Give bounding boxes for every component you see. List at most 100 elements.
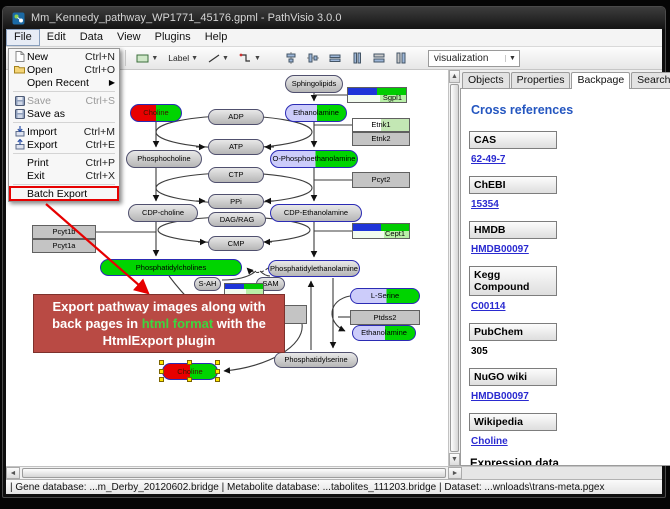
xref-section-header: PubChem [469, 323, 557, 341]
file-menu-open-recent[interactable]: Open Recent▶ [10, 76, 118, 89]
xref-section-header: Wikipedia [469, 413, 557, 431]
menu-item-label: Exit [27, 170, 80, 182]
selection-handle[interactable] [159, 369, 164, 374]
distribute-vertical-button[interactable] [348, 49, 366, 67]
node-o-phosphoethanolamine[interactable]: O-Phosphoethanolamine [270, 150, 358, 168]
node-adp[interactable]: ADP [208, 109, 264, 125]
selection-handle[interactable] [215, 377, 220, 382]
menu-data[interactable]: Data [73, 29, 110, 46]
xref-link[interactable]: C00114 [471, 301, 670, 312]
selection-handle[interactable] [159, 360, 164, 365]
scroll-right-icon[interactable]: ► [448, 467, 462, 479]
pathvisio-icon [12, 12, 25, 25]
node-ethanolamine[interactable]: Ethanolamine [352, 325, 416, 341]
file-menu-import[interactable]: ImportCtrl+M [10, 125, 118, 138]
node-cdp-ethanolamine[interactable]: CDP-Ethanolamine [270, 204, 362, 222]
node-label: Etnk1 [371, 121, 390, 129]
node-pcyt2[interactable]: Pcyt2 [352, 172, 410, 188]
selection-handle[interactable] [159, 377, 164, 382]
scrollbar-thumb[interactable] [450, 84, 459, 452]
xref-link[interactable]: HMDB00097 [471, 391, 670, 402]
xref-link[interactable]: 62-49-7 [471, 154, 670, 165]
file-menu-export[interactable]: ExportCtrl+E [10, 138, 118, 151]
tab-search[interactable]: Search [631, 72, 670, 88]
file-menu-batch-export[interactable]: Batch Export [10, 187, 118, 200]
node-ptdss2[interactable]: Ptdss2 [350, 310, 420, 325]
scrollbar-thumb[interactable] [22, 468, 446, 478]
scroll-left-icon[interactable]: ◄ [6, 467, 20, 479]
align-center-vertical-button[interactable] [304, 49, 322, 67]
node-sgpl1[interactable]: Sgpl1 [347, 87, 407, 103]
node-label: Choline [177, 368, 202, 376]
node-cept1[interactable]: Cept1 [352, 223, 410, 239]
xref-value: 305 [471, 346, 670, 357]
file-menu-exit[interactable]: ExitCtrl+X [10, 169, 118, 182]
node-dag-rag[interactable]: DAG/RAG [208, 212, 266, 227]
node-cmp[interactable]: CMP [208, 236, 264, 251]
distribute-horizontal-button[interactable] [326, 49, 344, 67]
menu-file[interactable]: File [6, 29, 40, 46]
node-choline[interactable]: Choline [130, 104, 182, 122]
node-ethanolamine[interactable]: Ethanolamine [285, 104, 347, 122]
menu-view[interactable]: View [110, 29, 148, 46]
canvas-vertical-scrollbar[interactable]: ▲ ▼ [448, 70, 460, 466]
xref-link[interactable]: Choline [471, 436, 670, 447]
selection-handle[interactable] [187, 377, 192, 382]
node-label: DAG/RAG [220, 216, 255, 224]
xref-link[interactable]: 15354 [471, 199, 670, 210]
node-atp[interactable]: ATP [208, 139, 264, 155]
line-tool-button[interactable]: ▼ [205, 49, 232, 67]
selection-handle[interactable] [215, 360, 220, 365]
menu-edit[interactable]: Edit [40, 29, 73, 46]
xref-section-cas: CAS62-49-7 [469, 131, 670, 165]
xref-section-header: ChEBI [469, 176, 557, 194]
menu-plugins[interactable]: Plugins [148, 29, 198, 46]
node-phosphatidylcholines[interactable]: Phosphatidylcholines [100, 259, 242, 276]
node-phosphatidylethanolamine[interactable]: Phosphatidylethanolamine [268, 260, 360, 277]
selection-handle[interactable] [215, 369, 220, 374]
node-cdp-choline[interactable]: CDP-choline [128, 204, 198, 222]
xref-link[interactable]: HMDB00097 [471, 244, 670, 255]
match-height-button[interactable] [392, 49, 410, 67]
datanode-button[interactable]: ▼ [133, 49, 161, 67]
tab-backpage[interactable]: Backpage [571, 72, 630, 89]
match-width-button[interactable] [370, 49, 388, 67]
visualization-combobox[interactable]: visualization ▼ [428, 50, 520, 67]
canvas-horizontal-scrollbar[interactable]: ◄ ► [6, 466, 462, 479]
file-menu-print[interactable]: PrintCtrl+P [10, 156, 118, 169]
node-l-serine[interactable]: L-Serine [350, 288, 420, 304]
node-s-ah[interactable]: S-AH [194, 277, 221, 291]
node-pcyt1a[interactable]: Pcyt1a [32, 239, 96, 253]
file-menu-open[interactable]: OpenCtrl+O [10, 63, 118, 76]
node-label: CMP [228, 240, 245, 248]
align-center-vertical-icon [307, 52, 319, 64]
match-width-icon [373, 52, 385, 64]
node-etnk1[interactable]: Etnk1 [352, 118, 410, 132]
node-etnk2[interactable]: Etnk2 [352, 132, 410, 146]
node-sphingolipids[interactable]: Sphingolipids [285, 75, 343, 93]
node-phosphocholine[interactable]: Phosphocholine [126, 150, 202, 168]
node-pcyt1b[interactable]: Pcyt1b [32, 225, 96, 239]
label-icon: Label [168, 53, 189, 63]
menu-item-shortcut: Ctrl+O [84, 64, 115, 76]
file-menu-save-as[interactable]: Save as [10, 107, 118, 120]
scroll-up-icon[interactable]: ▲ [449, 70, 460, 83]
tab-properties[interactable]: Properties [511, 72, 571, 88]
node-phosphatidylserine[interactable]: Phosphatidylserine [274, 352, 358, 368]
file-menu-new[interactable]: NewCtrl+N [10, 50, 118, 63]
menu-item-label: Save as [27, 108, 115, 120]
node-label: CDP-Ethanolamine [284, 209, 348, 217]
menu-help[interactable]: Help [198, 29, 235, 46]
node-ppi[interactable]: PPi [208, 194, 264, 209]
align-center-horizontal-button[interactable] [282, 49, 300, 67]
status-bar: | Gene database: ...m_Derby_20120602.bri… [6, 479, 662, 494]
connector-tool-button[interactable]: ▼ [236, 49, 264, 67]
tab-objects[interactable]: Objects [462, 72, 510, 88]
save-as-icon [12, 109, 27, 119]
label-tool-button[interactable]: Label ▼ [165, 49, 201, 67]
scroll-down-icon[interactable]: ▼ [449, 453, 460, 466]
node-ctp[interactable]: CTP [208, 167, 264, 183]
selection-handle[interactable] [187, 360, 192, 365]
menu-item-label: Print [27, 157, 80, 169]
node-label: O-Phosphoethanolamine [273, 155, 356, 163]
